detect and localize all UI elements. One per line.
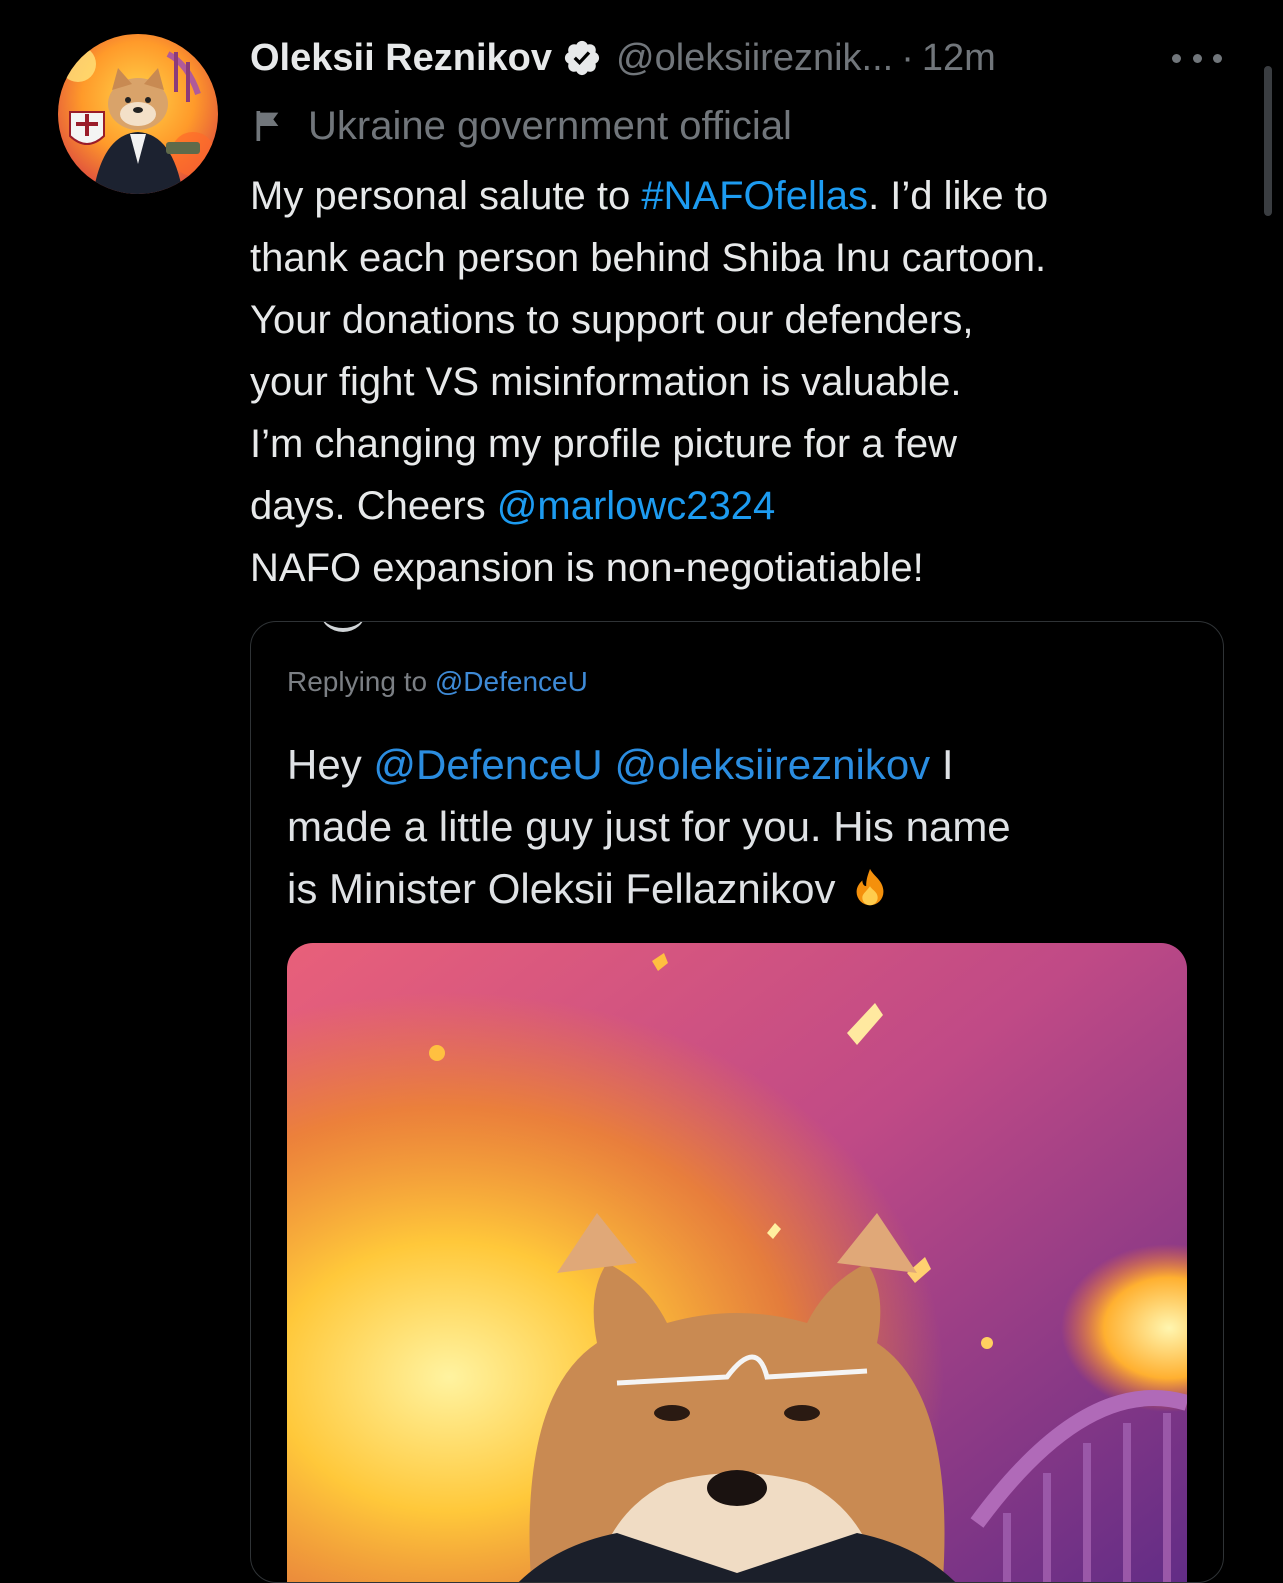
more-options-icon[interactable] — [1172, 40, 1222, 76]
tweet-timestamp[interactable]: 12m — [922, 37, 996, 80]
tweet-line: days. Cheers @marlowc2324 — [250, 484, 776, 528]
quoted-text: Hey @DefenceU @oleksiireznikov I made a … — [287, 741, 1011, 912]
label-text: Ukraine government official — [308, 103, 792, 148]
quoted-avatar — [321, 622, 365, 632]
tweet-body: My personal salute to #NAFOfellas. I’d l… — [250, 165, 1250, 599]
tweet-header: Oleksii Reznikov @oleksiireznik... · 12m — [250, 30, 996, 86]
tweet-line: thank each person behind Shiba Inu carto… — [250, 236, 1047, 280]
flag-icon — [256, 111, 279, 141]
author-name[interactable]: Oleksii Reznikov — [250, 37, 552, 80]
mention-link[interactable]: @marlowc2324 — [497, 484, 776, 528]
embedded-media-card[interactable]: Replying to @DefenceU Hey @DefenceU @ole… — [250, 621, 1224, 1583]
verified-badge-icon — [564, 40, 600, 76]
replying-to: Replying to @DefenceU — [287, 666, 588, 697]
author-avatar[interactable] — [58, 34, 218, 194]
tweet-line: your fight VS misinformation is valuable… — [250, 360, 962, 404]
tweet-line: NAFO expansion is non-negotiatiable! — [250, 546, 924, 590]
replying-handle-link: @DefenceU — [434, 666, 588, 697]
government-label[interactable]: Ukraine government official — [250, 98, 792, 154]
tweet-line: My personal salute to #NAFOfellas. I’d l… — [250, 174, 1049, 218]
hashtag-link[interactable]: #NAFOfellas — [641, 174, 868, 218]
tweet-line: I’m changing my profile picture for a fe… — [250, 422, 957, 466]
scrollbar[interactable] — [1264, 66, 1272, 216]
separator-dot: · — [901, 36, 914, 79]
tweet-line: Your donations to support our defenders, — [250, 298, 974, 342]
fire-emoji-icon — [857, 868, 884, 906]
meme-image[interactable] — [287, 943, 1187, 1582]
defenceu-mention: @DefenceU — [373, 741, 603, 788]
reznikov-mention: @oleksiireznikov — [614, 741, 931, 788]
author-handle[interactable]: @oleksiireznik... — [616, 37, 893, 80]
